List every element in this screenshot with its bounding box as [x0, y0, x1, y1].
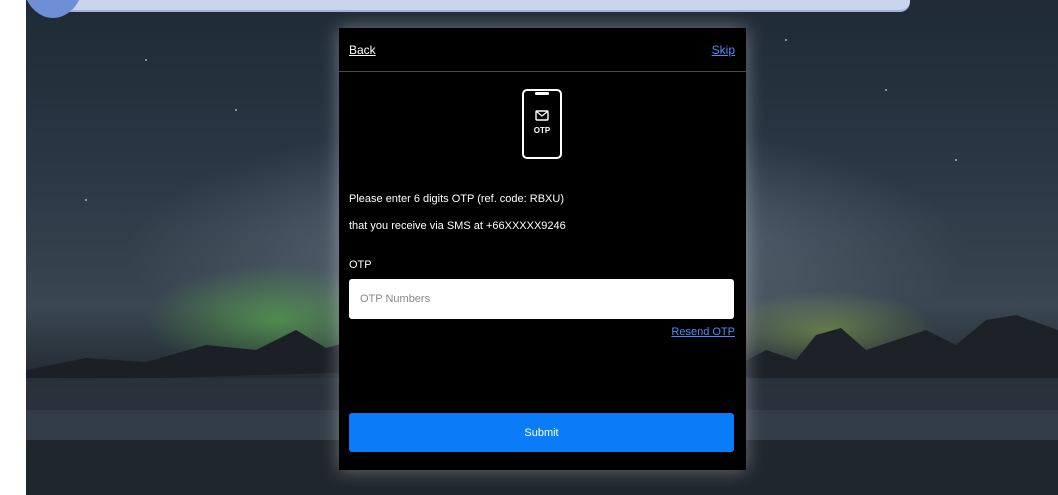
otp-screen: Back Skip OTP Please enter 6 digits OTP … — [0, 0, 1058, 495]
resend-otp-link[interactable]: Resend OTP — [671, 326, 735, 338]
otp-input[interactable] — [349, 279, 734, 319]
otp-label: OTP — [349, 259, 372, 271]
otp-panel: Back Skip OTP Please enter 6 digits OTP … — [339, 28, 746, 470]
submit-button[interactable]: Submit — [349, 413, 734, 452]
phone-otp-icon: OTP — [522, 89, 562, 159]
otp-instruction-line1: Please enter 6 digits OTP (ref. code: RB… — [349, 193, 564, 205]
back-link[interactable]: Back — [349, 43, 376, 57]
panel-header: Back Skip — [339, 28, 746, 72]
phone-icon-text: OTP — [534, 126, 551, 135]
otp-instruction-line2: that you receive via SMS at +66XXXXX9246 — [349, 220, 566, 232]
top-banner — [60, 0, 910, 12]
skip-link[interactable]: Skip — [712, 43, 735, 57]
